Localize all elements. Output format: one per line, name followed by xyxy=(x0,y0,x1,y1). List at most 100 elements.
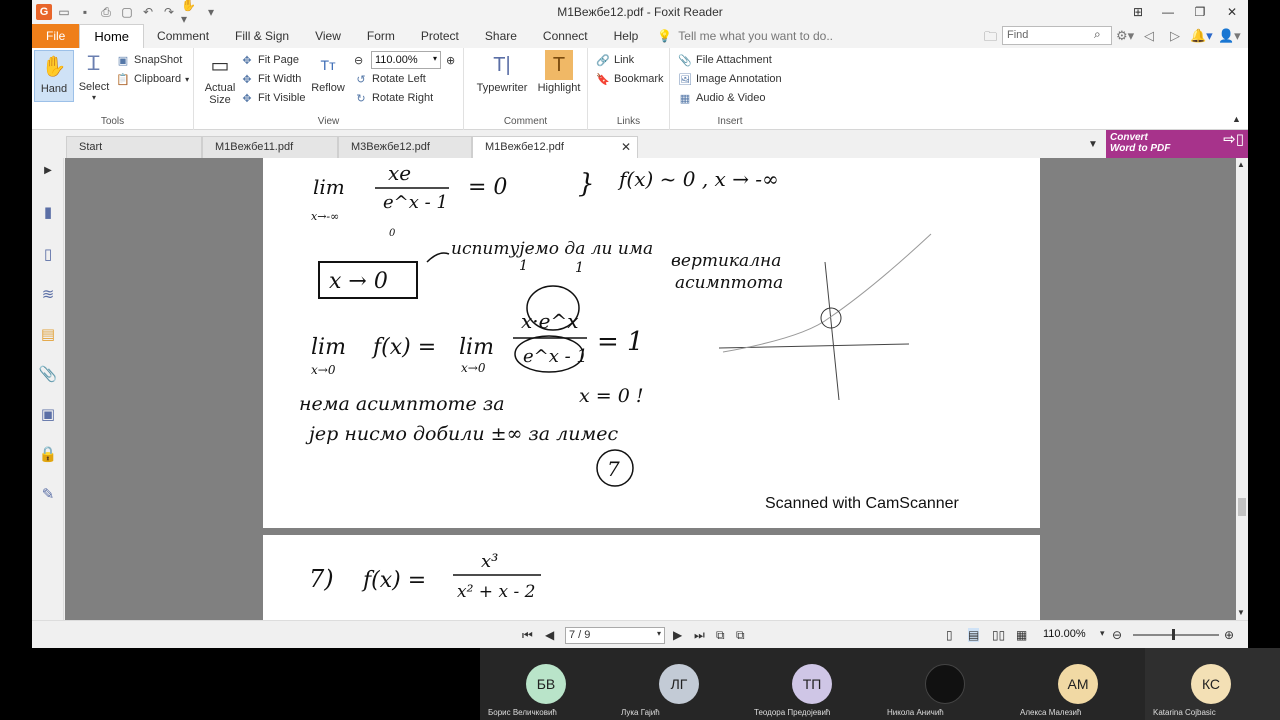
comments-panel-icon[interactable]: ▤ xyxy=(38,324,58,344)
hand-tool-button[interactable]: ✋ Hand xyxy=(34,50,74,102)
link-button[interactable]: 🔗 Link xyxy=(596,51,634,69)
participant-tile[interactable]: КС Katarina Cojbasic xyxy=(1145,648,1280,720)
view-group: ▭ Actual Size ✥ Fit Page ✥ Fit Width ✥ F… xyxy=(194,48,464,130)
page-number-input[interactable]: 7 / 9 ▾ xyxy=(565,627,665,644)
restore-button[interactable]: ❐ xyxy=(1184,0,1216,24)
tab-help[interactable]: Help xyxy=(601,24,652,48)
save-icon[interactable]: ▪ xyxy=(76,3,94,21)
typewriter-button[interactable]: T| Typewriter xyxy=(474,50,530,102)
continuous-page-icon[interactable]: ▤ xyxy=(968,628,980,642)
prev-page-icon[interactable]: ◀ xyxy=(545,628,554,642)
tab-view[interactable]: View xyxy=(302,24,354,48)
scroll-down-icon[interactable]: ▼ xyxy=(1237,608,1245,617)
participant-tile[interactable]: БВ Борис Величковић xyxy=(480,648,613,720)
facing-page-icon[interactable]: ▯▯ xyxy=(992,628,1005,642)
attachments-panel-icon[interactable]: 📎 xyxy=(38,364,58,384)
document-view[interactable]: lim x→-∞ xe e^x - 1 0 = 0 } f(x) ~ 0 , x… xyxy=(65,158,1236,620)
tab-share[interactable]: Share xyxy=(472,24,530,48)
participant-tile[interactable]: Никола Аничић xyxy=(879,648,1012,720)
zoom-out-status-icon[interactable]: ⊖ xyxy=(1112,628,1122,642)
tab-m1vezbe11[interactable]: M1Вежбе11.pdf xyxy=(202,136,338,158)
file-attachment-button[interactable]: 📎 File Attachment xyxy=(678,51,772,69)
tab-start[interactable]: Start xyxy=(66,136,202,158)
user-account-icon[interactable]: 👤▾ xyxy=(1218,28,1241,44)
pages-panel-icon[interactable]: ▯ xyxy=(38,244,58,264)
tools-group: ✋ Hand Ꮖ Select ▾ ▣ SnapShot 📋 Clipboard… xyxy=(32,48,194,130)
audio-video-button[interactable]: ▦ Audio & Video xyxy=(678,89,766,107)
zoom-slider[interactable] xyxy=(1133,634,1219,636)
security-lock-icon[interactable]: 🔒 xyxy=(38,444,58,464)
tab-comment[interactable]: Comment xyxy=(144,24,222,48)
tab-connect[interactable]: Connect xyxy=(530,24,601,48)
layers-panel-icon[interactable]: ≋ xyxy=(38,284,58,304)
select-tool-button[interactable]: Ꮖ Select ▾ xyxy=(74,50,114,102)
expand-panel-icon[interactable]: ▶ xyxy=(38,160,58,180)
tabs-dropdown-icon[interactable]: ▼ xyxy=(1088,139,1098,150)
pdf-page-7: lim x→-∞ xe e^x - 1 0 = 0 } f(x) ~ 0 , x… xyxy=(263,158,1040,528)
close-button[interactable]: ✕ xyxy=(1216,0,1248,24)
continuous-facing-icon[interactable]: ▦ xyxy=(1016,628,1027,642)
tab-fill-sign[interactable]: Fill & Sign xyxy=(222,24,302,48)
convert-word-to-pdf-banner[interactable]: Convert Word to PDF ⇨▯ xyxy=(1106,130,1248,158)
scroll-up-icon[interactable]: ▲ xyxy=(1237,160,1245,169)
participant-tile[interactable]: ЛГ Лука Гајић xyxy=(613,648,746,720)
zoom-slider-knob[interactable] xyxy=(1172,629,1175,640)
foxit-logo-icon: G xyxy=(36,4,52,20)
tab-form[interactable]: Form xyxy=(354,24,408,48)
tab-file[interactable]: File xyxy=(32,24,80,48)
fit-visible-button[interactable]: ✥ Fit Visible xyxy=(240,89,305,107)
zoom-in-status-icon[interactable]: ⊕ xyxy=(1224,628,1234,642)
search-icon[interactable]: ⌕ xyxy=(1094,27,1101,42)
tab-protect[interactable]: Protect xyxy=(408,24,472,48)
first-page-icon[interactable]: ⏮ xyxy=(522,628,533,643)
vertical-scrollbar[interactable]: ▲ ▼ xyxy=(1236,158,1248,620)
zoom-in-icon[interactable]: ⊕ xyxy=(446,51,455,69)
fit-width-button[interactable]: ✥ Fit Width xyxy=(240,70,301,88)
next-result-icon[interactable]: ▷ xyxy=(1170,28,1180,44)
tab-m3vezbe12[interactable]: M3Вежбе12.pdf xyxy=(338,136,472,158)
prev-result-icon[interactable]: ◁ xyxy=(1144,28,1154,44)
ribbon-options-icon[interactable]: ⊞ xyxy=(1122,0,1154,24)
previous-view-icon[interactable]: ⧉ xyxy=(716,628,725,643)
fit-page-button[interactable]: ✥ Fit Page xyxy=(240,51,299,69)
collapse-ribbon-icon[interactable]: ▲ xyxy=(1232,114,1241,124)
actual-size-button[interactable]: ▭ Actual Size xyxy=(200,50,240,112)
participant-tile[interactable]: АМ Алекса Малезић xyxy=(1012,648,1145,720)
snapshot-button[interactable]: ▣ SnapShot xyxy=(116,51,183,69)
zoom-out-icon[interactable]: ⊖ xyxy=(354,51,363,69)
signature-panel-icon[interactable]: ▣ xyxy=(38,404,58,424)
minimize-button[interactable]: — xyxy=(1152,0,1184,24)
participant-tile[interactable]: ТП Теодора Предојевић xyxy=(746,648,879,720)
image-annotation-button[interactable]: 🖼 Image Annotation xyxy=(678,70,782,88)
single-page-icon[interactable]: ▯ xyxy=(946,628,953,642)
next-page-icon[interactable]: ▶ xyxy=(673,628,682,642)
scrollbar-thumb[interactable] xyxy=(1238,498,1246,516)
settings-gear-icon[interactable]: ⚙▾ xyxy=(1116,28,1134,44)
bookmark-panel-icon[interactable]: ▮ xyxy=(38,202,58,222)
zoom-level[interactable]: 110.00% xyxy=(1043,628,1086,640)
redo-icon[interactable]: ↷ xyxy=(160,3,178,21)
rotate-left-button[interactable]: ↺ Rotate Left xyxy=(354,70,425,88)
rotate-right-button[interactable]: ↻ Rotate Right xyxy=(354,89,433,107)
open-folder-icon[interactable]: ▭ xyxy=(55,3,73,21)
tab-m1vezbe12[interactable]: M1Вежбе12.pdf ✕ xyxy=(472,136,638,158)
next-view-icon[interactable]: ⧉ xyxy=(736,628,745,643)
customize-icon[interactable]: ▾ xyxy=(202,3,220,21)
tab-home[interactable]: Home xyxy=(79,24,145,48)
zoom-combo[interactable]: 110.00% ▾ xyxy=(371,51,441,69)
notification-bell-icon[interactable]: 🔔▾ xyxy=(1190,28,1213,44)
clipboard-button[interactable]: 📋 Clipboard ▾ xyxy=(116,70,189,88)
last-page-icon[interactable]: ⏭ xyxy=(694,628,705,643)
reflow-button[interactable]: Tт Reflow xyxy=(308,50,348,102)
find-folder-icon[interactable]: 🗀 xyxy=(984,28,997,50)
highlight-button[interactable]: T Highlight xyxy=(534,50,584,102)
close-tab-icon[interactable]: ✕ xyxy=(621,140,631,154)
window-icon[interactable]: ▢ xyxy=(118,3,136,21)
hand-dropdown-icon[interactable]: ✋▾ xyxy=(181,0,199,26)
tell-me-box[interactable]: 💡 Tell me what you want to do.. xyxy=(657,24,833,48)
undo-icon[interactable]: ↶ xyxy=(139,3,157,21)
search-tools-icon[interactable]: ✎ xyxy=(38,484,58,504)
print-icon[interactable]: ⎙ xyxy=(97,3,115,21)
bookmark-button[interactable]: 🔖 Bookmark xyxy=(596,70,663,88)
zoom-dropdown-icon[interactable]: ▾ xyxy=(1100,628,1105,639)
